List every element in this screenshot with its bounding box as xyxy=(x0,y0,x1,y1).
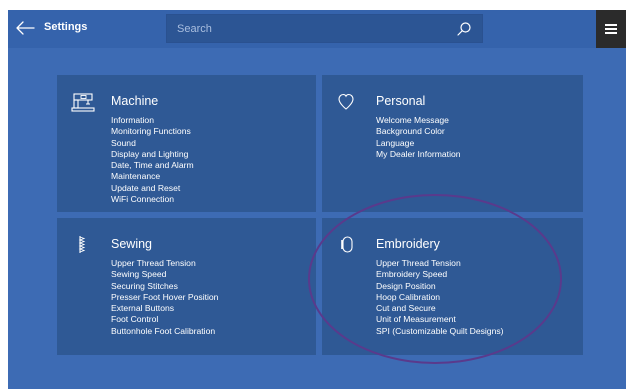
machine-item-monitoring-functions[interactable]: Monitoring Functions xyxy=(111,126,194,137)
sewing-settings-list: Upper Thread Tension Sewing Speed Securi… xyxy=(111,258,218,337)
sewing-item-buttonhole-calibration[interactable]: Buttonhole Foot Calibration xyxy=(111,326,218,337)
personal-item-welcome-message[interactable]: Welcome Message xyxy=(376,115,461,126)
panel-title-machine: Machine xyxy=(111,94,159,108)
back-button[interactable] xyxy=(14,19,36,37)
panel-machine[interactable]: Machine Information Monitoring Functions… xyxy=(57,75,316,212)
hamburger-icon xyxy=(605,24,617,26)
machine-item-display-lighting[interactable]: Display and Lighting xyxy=(111,149,194,160)
embroidery-item-hoop-calibration[interactable]: Hoop Calibration xyxy=(376,292,504,303)
embroidery-item-design-position[interactable]: Design Position xyxy=(376,281,504,292)
machine-settings-list: Information Monitoring Functions Sound D… xyxy=(111,115,194,205)
panel-sewing[interactable]: Sewing Upper Thread Tension Sewing Speed… xyxy=(57,218,316,355)
embroidery-item-upper-thread-tension[interactable]: Upper Thread Tension xyxy=(376,258,504,269)
heart-icon xyxy=(338,93,354,110)
embroidery-item-cut-and-secure[interactable]: Cut and Secure xyxy=(376,303,504,314)
settings-screen: Settings Search Machine Information Moni… xyxy=(8,10,626,389)
panel-title-embroidery: Embroidery xyxy=(376,237,440,251)
sewing-machine-icon xyxy=(71,93,95,112)
menu-button[interactable] xyxy=(596,10,626,48)
embroidery-hoop-icon xyxy=(341,236,353,253)
personal-item-background-color[interactable]: Background Color xyxy=(376,126,461,137)
sewing-item-sewing-speed[interactable]: Sewing Speed xyxy=(111,269,218,280)
stitch-icon xyxy=(78,236,86,253)
embroidery-item-unit-of-measurement[interactable]: Unit of Measurement xyxy=(376,314,504,325)
sewing-item-upper-thread-tension[interactable]: Upper Thread Tension xyxy=(111,258,218,269)
panel-embroidery[interactable]: Embroidery Upper Thread Tension Embroide… xyxy=(322,218,583,355)
sewing-item-presser-foot-hover[interactable]: Presser Foot Hover Position xyxy=(111,292,218,303)
personal-settings-list: Welcome Message Background Color Languag… xyxy=(376,115,461,160)
embroidery-item-embroidery-speed[interactable]: Embroidery Speed xyxy=(376,269,504,280)
top-bar: Settings Search xyxy=(8,10,626,48)
embroidery-item-spi-quilt-designs[interactable]: SPI (Customizable Quilt Designs) xyxy=(376,326,504,337)
personal-item-language[interactable]: Language xyxy=(376,138,461,149)
sewing-item-external-buttons[interactable]: External Buttons xyxy=(111,303,218,314)
machine-item-date-time-alarm[interactable]: Date, Time and Alarm xyxy=(111,160,194,171)
back-arrow-icon xyxy=(16,21,35,35)
search-icon[interactable] xyxy=(456,21,472,37)
search-placeholder: Search xyxy=(177,23,212,35)
machine-item-maintenance[interactable]: Maintenance xyxy=(111,171,194,182)
personal-item-dealer-information[interactable]: My Dealer Information xyxy=(376,149,461,160)
machine-item-sound[interactable]: Sound xyxy=(111,138,194,149)
page-title: Settings xyxy=(44,21,88,33)
sewing-item-securing-stitches[interactable]: Securing Stitches xyxy=(111,281,218,292)
panel-personal[interactable]: Personal Welcome Message Background Colo… xyxy=(322,75,583,212)
machine-item-information[interactable]: Information xyxy=(111,115,194,126)
search-field[interactable]: Search xyxy=(166,14,483,43)
panel-title-sewing: Sewing xyxy=(111,237,152,251)
sewing-item-foot-control[interactable]: Foot Control xyxy=(111,314,218,325)
machine-item-update-reset[interactable]: Update and Reset xyxy=(111,183,194,194)
embroidery-settings-list: Upper Thread Tension Embroidery Speed De… xyxy=(376,258,504,337)
machine-item-wifi-connection[interactable]: WiFi Connection xyxy=(111,194,194,205)
panel-title-personal: Personal xyxy=(376,94,426,108)
